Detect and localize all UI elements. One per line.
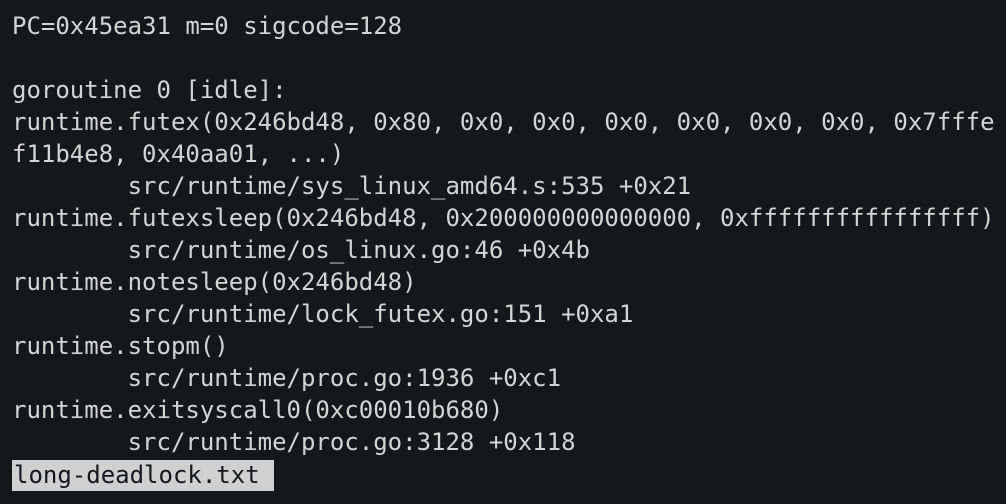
terminal-line: PC=0x45ea31 m=0 sigcode=128 [12, 12, 403, 40]
terminal-line: runtime.futexsleep(0x246bd48, 0x20000000… [12, 204, 995, 232]
terminal-line: runtime.futex(0x246bd48, 0x80, 0x0, 0x0,… [12, 108, 995, 136]
terminal-line: runtime.stopm() [12, 332, 229, 360]
terminal-line: goroutine 0 [idle]: [12, 76, 287, 104]
pager-status-filename: long-deadlock.txt [12, 460, 274, 491]
terminal-pager[interactable]: PC=0x45ea31 m=0 sigcode=128 goroutine 0 … [0, 0, 1006, 504]
terminal-line: f11b4e8, 0x40aa01, ...) [12, 140, 345, 168]
terminal-line: src/runtime/sys_linux_amd64.s:535 +0x21 [12, 172, 692, 200]
terminal-line: src/runtime/proc.go:1936 +0xc1 [12, 364, 562, 392]
terminal-line: runtime.notesleep(0x246bd48) [12, 268, 417, 296]
terminal-line: src/runtime/os_linux.go:46 +0x4b [12, 236, 590, 264]
terminal-line: src/runtime/proc.go:3128 +0x118 [12, 428, 576, 456]
terminal-line: runtime.exitsyscall0(0xc00010b680) [12, 396, 504, 424]
terminal-line: src/runtime/lock_futex.go:151 +0xa1 [12, 300, 634, 328]
